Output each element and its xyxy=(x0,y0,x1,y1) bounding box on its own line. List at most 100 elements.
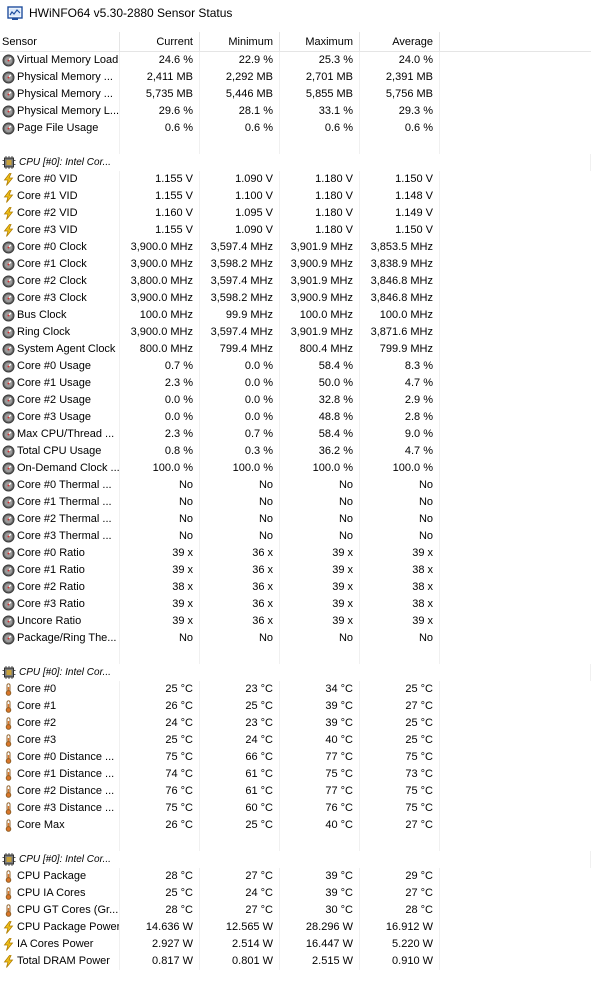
table-row[interactable]: Core #3 Thermal ... No No No No xyxy=(0,528,591,545)
table-row[interactable]: Core #0 Usage 0.7 % 0.0 % 58.4 % 8.3 % xyxy=(0,358,591,375)
table-row[interactable]: Core #1 26 °C 25 °C 39 °C 27 °C xyxy=(0,698,591,715)
table-row[interactable]: Core #3 Usage 0.0 % 0.0 % 48.8 % 2.8 % xyxy=(0,409,591,426)
minimum-value: No xyxy=(200,511,280,528)
table-row[interactable]: Core #0 Thermal ... No No No No xyxy=(0,477,591,494)
table-row[interactable]: CPU IA Cores 25 °C 24 °C 39 °C 27 °C xyxy=(0,885,591,902)
maximum-value: 3,901.9 MHz xyxy=(280,239,360,256)
minimum-value: 60 °C xyxy=(200,800,280,817)
table-row[interactable]: Core #2 Distance ... 76 °C 61 °C 77 °C 75 °C xyxy=(0,783,591,800)
table-row[interactable]: Core #2 VID 1.160 V 1.095 V 1.180 V 1.149 V xyxy=(0,205,591,222)
maximum-value: No xyxy=(280,477,360,494)
table-row[interactable]: Core #3 Distance ... 75 °C 60 °C 76 °C 75 °C xyxy=(0,800,591,817)
table-row[interactable]: Physical Memory ... 5,735 MB 5,446 MB 5,855… xyxy=(0,86,591,103)
table-row[interactable]: Package/Ring The... No No No No xyxy=(0,630,591,647)
current-value: 1.155 V xyxy=(120,222,200,239)
table-row[interactable]: Total DRAM Power 0.817 W 0.801 W 2.515 W 0.9… xyxy=(0,953,591,970)
table-row[interactable]: Core #0 25 °C 23 °C 34 °C 25 °C xyxy=(0,681,591,698)
table-row[interactable]: Core #1 Clock 3,900.0 MHz 3,598.2 MHz 3,900… xyxy=(0,256,591,273)
current-value: 76 °C xyxy=(120,783,200,800)
table-row[interactable]: CPU GT Cores (Gr... 28 °C 27 °C 30 °C 28 °C xyxy=(0,902,591,919)
table-row[interactable]: Core #2 Usage 0.0 % 0.0 % 32.8 % 2.9 % xyxy=(0,392,591,409)
table-row[interactable]: Core #3 VID 1.155 V 1.090 V 1.180 V 1.150 V xyxy=(0,222,591,239)
current-value: No xyxy=(120,511,200,528)
table-row[interactable]: Core #0 Clock 3,900.0 MHz 3,597.4 MHz 3,901… xyxy=(0,239,591,256)
table-row[interactable]: Core #3 Ratio 39 x 36 x 39 x 38 x xyxy=(0,596,591,613)
table-row[interactable]: CPU Package Power 14.636 W 12.565 W 28.296 … xyxy=(0,919,591,936)
current-value: 29.6 % xyxy=(120,103,200,120)
table-row[interactable]: Core #3 25 °C 24 °C 40 °C 25 °C xyxy=(0,732,591,749)
table-row[interactable]: Core #0 Distance ... 75 °C 66 °C 77 °C 75 °C xyxy=(0,749,591,766)
table-row[interactable]: Bus Clock 100.0 MHz 99.9 MHz 100.0 MHz 100.0… xyxy=(0,307,591,324)
sensor-name: System Agent Clock xyxy=(0,341,120,358)
current-value: 1.155 V xyxy=(120,171,200,188)
table-row[interactable]: CPU Package 28 °C 27 °C 39 °C 29 °C xyxy=(0,868,591,885)
current-value: 0.0 % xyxy=(120,409,200,426)
table-row[interactable]: Total CPU Usage 0.8 % 0.3 % 36.2 % 4.7 % xyxy=(0,443,591,460)
table-row[interactable]: Core #1 Distance ... 74 °C 61 °C 75 °C 73 °C xyxy=(0,766,591,783)
table-row[interactable]: Virtual Memory Load 24.6 % 22.9 % 25.3 % 24.… xyxy=(0,52,591,69)
current-value: 800.0 MHz xyxy=(120,341,200,358)
column-header-minimum[interactable]: Minimum xyxy=(200,32,280,52)
maximum-value: No xyxy=(280,511,360,528)
sensor-name: CPU GT Cores (Gr... xyxy=(0,902,120,919)
maximum-value: 1.180 V xyxy=(280,222,360,239)
minimum-value: 61 °C xyxy=(200,766,280,783)
column-header-average[interactable]: Average xyxy=(360,32,440,52)
minimum-value: 28.1 % xyxy=(200,103,280,120)
minimum-value: 0.6 % xyxy=(200,120,280,137)
table-row[interactable]: Max CPU/Thread ... 2.3 % 0.7 % 58.4 % 9.0 % xyxy=(0,426,591,443)
table-row[interactable]: IA Cores Power 2.927 W 2.514 W 16.447 W 5.22… xyxy=(0,936,591,953)
table-row[interactable]: Core #1 VID 1.155 V 1.100 V 1.180 V 1.148 V xyxy=(0,188,591,205)
table-row[interactable]: Core #2 Thermal ... No No No No xyxy=(0,511,591,528)
average-value: 3,838.9 MHz xyxy=(360,256,440,273)
table-row[interactable]: Physical Memory ... 2,411 MB 2,292 MB 2,701… xyxy=(0,69,591,86)
average-value: 27 °C xyxy=(360,885,440,902)
table-row[interactable]: Core #1 Thermal ... No No No No xyxy=(0,494,591,511)
table-row[interactable]: Core #3 Clock 3,900.0 MHz 3,598.2 MHz 3,900… xyxy=(0,290,591,307)
sensor-group-header[interactable]: CPU [#0]: Intel Cor... xyxy=(0,851,591,868)
table-row[interactable]: Core #0 Ratio 39 x 36 x 39 x 39 x xyxy=(0,545,591,562)
sensor-group-header[interactable]: CPU [#0]: Intel Cor... xyxy=(0,154,591,171)
table-row[interactable]: Core #1 Usage 2.3 % 0.0 % 50.0 % 4.7 % xyxy=(0,375,591,392)
sensor-name: Core #0 Usage xyxy=(0,358,120,375)
column-header-current[interactable]: Current xyxy=(120,32,200,52)
column-header-maximum[interactable]: Maximum xyxy=(280,32,360,52)
table-row[interactable]: Core #2 Ratio 38 x 36 x 39 x 38 x xyxy=(0,579,591,596)
table-row[interactable]: Physical Memory L... 29.6 % 28.1 % 33.1 % 29… xyxy=(0,103,591,120)
average-value: 5,756 MB xyxy=(360,86,440,103)
table-row[interactable]: Core #0 VID 1.155 V 1.090 V 1.180 V 1.150 V xyxy=(0,171,591,188)
current-value: 0.8 % xyxy=(120,443,200,460)
table-row[interactable]: System Agent Clock 800.0 MHz 799.4 MHz 800.… xyxy=(0,341,591,358)
average-value: 75 °C xyxy=(360,783,440,800)
table-row[interactable]: On-Demand Clock ... 100.0 % 100.0 % 100.0 %… xyxy=(0,460,591,477)
sensor-name: Core #1 VID xyxy=(0,188,120,205)
maximum-value: 39 °C xyxy=(280,715,360,732)
sensor-name: Core #1 xyxy=(0,698,120,715)
minimum-value: 99.9 MHz xyxy=(200,307,280,324)
maximum-value: 32.8 % xyxy=(280,392,360,409)
sensor-name: Uncore Ratio xyxy=(0,613,120,630)
sensor-name: Max CPU/Thread ... xyxy=(0,426,120,443)
column-header-sensor[interactable]: Sensor xyxy=(0,32,120,52)
table-row[interactable]: Core #1 Ratio 39 x 36 x 39 x 38 x xyxy=(0,562,591,579)
current-value: 39 x xyxy=(120,562,200,579)
table-row[interactable]: Core #2 Clock 3,800.0 MHz 3,597.4 MHz 3,901… xyxy=(0,273,591,290)
table-row[interactable]: Core #2 24 °C 23 °C 39 °C 25 °C xyxy=(0,715,591,732)
table-row[interactable]: Page File Usage 0.6 % 0.6 % 0.6 % 0.6 % xyxy=(0,120,591,137)
sensor-group-header[interactable]: CPU [#0]: Intel Cor... xyxy=(0,664,591,681)
sensor-name: Core Max xyxy=(0,817,120,834)
window-title: HWiNFO64 v5.30-2880 Sensor Status xyxy=(29,6,233,20)
maximum-value: 40 °C xyxy=(280,817,360,834)
table-row[interactable]: Ring Clock 3,900.0 MHz 3,597.4 MHz 3,901.9 … xyxy=(0,324,591,341)
sensor-name: Core #3 Usage xyxy=(0,409,120,426)
sensor-name: Core #2 VID xyxy=(0,205,120,222)
current-value: 28 °C xyxy=(120,868,200,885)
maximum-value: 28.296 W xyxy=(280,919,360,936)
sensor-name: IA Cores Power xyxy=(0,936,120,953)
table-row[interactable]: Uncore Ratio 39 x 36 x 39 x 39 x xyxy=(0,613,591,630)
maximum-value: 33.1 % xyxy=(280,103,360,120)
current-value: 28 °C xyxy=(120,902,200,919)
minimum-value: 1.100 V xyxy=(200,188,280,205)
minimum-value: 36 x xyxy=(200,545,280,562)
table-row[interactable]: Core Max 26 °C 25 °C 40 °C 27 °C xyxy=(0,817,591,834)
